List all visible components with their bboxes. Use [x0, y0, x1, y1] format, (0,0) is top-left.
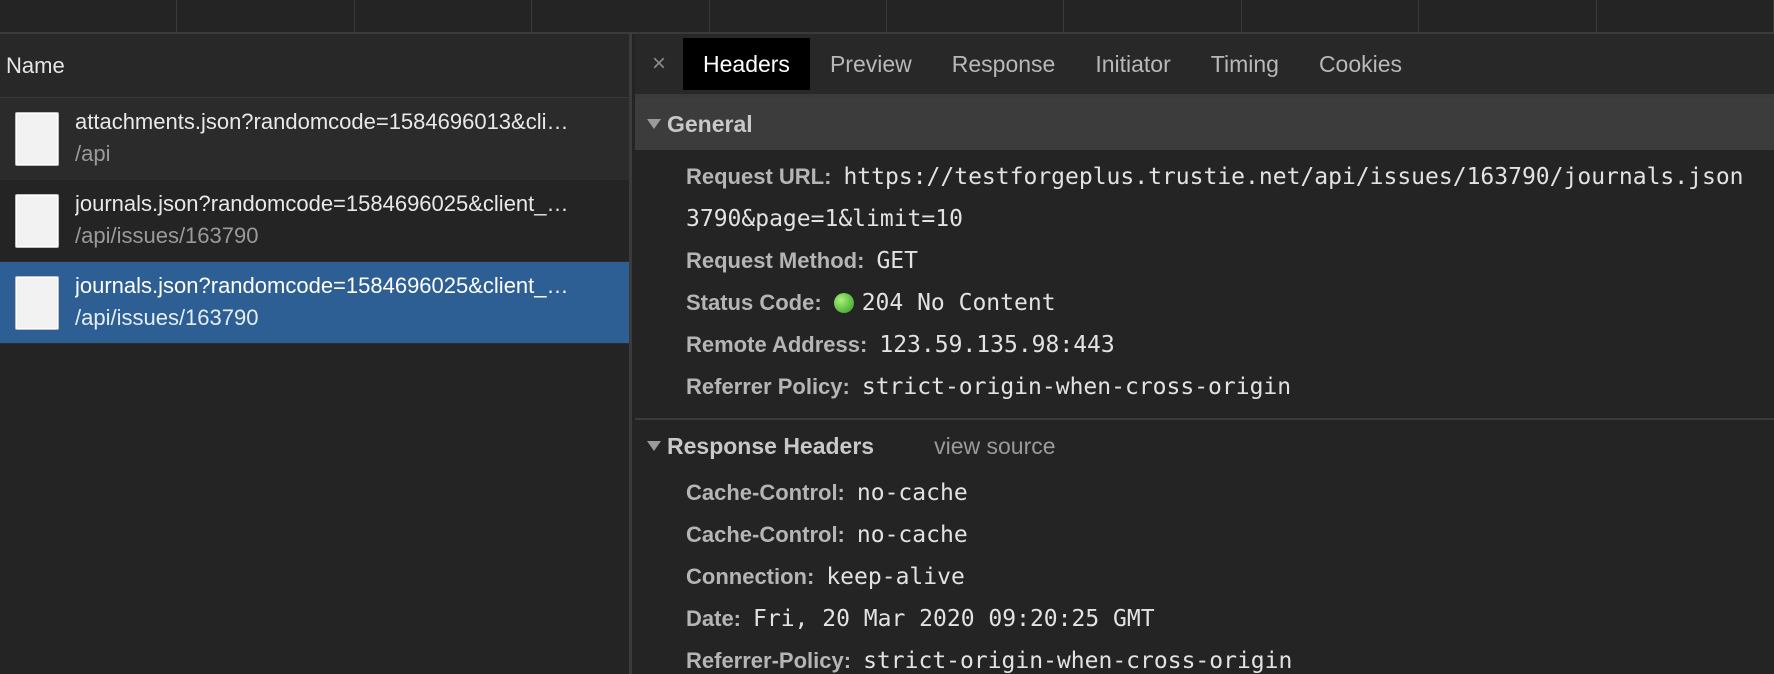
devtools-network-panel: Name attachments.json?randomcode=1584696…	[0, 0, 1774, 674]
response-headers-section-header[interactable]: Response Headers view source	[635, 420, 1774, 472]
triangle-down-icon	[647, 441, 661, 451]
request-list: attachments.json?randomcode=1584696013&c…	[0, 98, 629, 344]
header-row: Cache-Control: no-cache	[635, 514, 1774, 556]
header-key: Referrer-Policy:	[686, 648, 852, 673]
request-path: /api/issues/163790	[75, 304, 259, 330]
header-key: Cache-Control:	[686, 522, 845, 547]
header-row: Cache-Control: no-cache	[635, 472, 1774, 514]
general-section-body: Request URL: https://testforgeplus.trust…	[635, 150, 1774, 408]
request-url-continuation: 3790&page=1&limit=10	[635, 198, 1774, 240]
header-key: Date:	[686, 606, 742, 631]
request-method-row: Request Method: GET	[635, 240, 1774, 282]
referrer-policy-value: strict-origin-when-cross-origin	[861, 374, 1292, 400]
tab-response[interactable]: Response	[932, 38, 1076, 90]
tab-initiator[interactable]: Initiator	[1075, 38, 1190, 90]
timeline-cell	[1597, 0, 1774, 32]
tab-headers[interactable]: Headers	[683, 38, 810, 90]
timeline-cell	[887, 0, 1065, 32]
header-row: Date: Fri, 20 Mar 2020 09:20:25 GMT	[635, 598, 1774, 640]
timeline-cell	[1419, 0, 1597, 32]
tab-cookies[interactable]: Cookies	[1299, 38, 1422, 90]
request-url-value: https://testforgeplus.trustie.net/api/is…	[843, 164, 1744, 190]
timeline-cell	[710, 0, 888, 32]
request-url-value-cont: 3790&page=1&limit=10	[686, 206, 963, 232]
timeline-cell	[1064, 0, 1242, 32]
referrer-policy-label: Referrer Policy:	[686, 374, 850, 399]
remote-address-row: Remote Address: 123.59.135.98:443	[635, 324, 1774, 366]
status-code-row: Status Code: 204 No Content	[635, 282, 1774, 324]
request-method-value: GET	[876, 248, 918, 274]
timeline-cell	[1242, 0, 1420, 32]
view-source-link[interactable]: view source	[934, 433, 1055, 460]
header-value: no-cache	[856, 522, 968, 548]
detail-tabs: × Headers Preview Response Initiator Tim…	[635, 34, 1774, 98]
timeline-overview[interactable]	[0, 0, 1774, 34]
timeline-cell	[355, 0, 533, 32]
remote-address-value: 123.59.135.98:443	[879, 332, 1115, 358]
status-code-label: Status Code:	[686, 290, 822, 315]
header-value: Fri, 20 Mar 2020 09:20:25 GMT	[753, 606, 1155, 632]
request-name: journals.json?randomcode=1584696025&clie…	[75, 190, 569, 216]
remote-address-label: Remote Address:	[686, 332, 868, 357]
request-name: attachments.json?randomcode=1584696013&c…	[75, 108, 569, 134]
response-headers-title: Response Headers	[667, 432, 875, 459]
request-method-label: Request Method:	[686, 248, 865, 273]
close-icon[interactable]: ×	[635, 50, 683, 78]
status-ok-icon	[833, 293, 854, 313]
header-key: Connection:	[686, 564, 815, 589]
timeline-cell	[177, 0, 355, 32]
header-value: keep-alive	[826, 564, 965, 590]
header-row: Connection: keep-alive	[635, 556, 1774, 598]
request-row[interactable]: attachments.json?randomcode=1584696013&c…	[0, 98, 629, 180]
header-value: strict-origin-when-cross-origin	[863, 648, 1293, 674]
header-row: Referrer-Policy: strict-origin-when-cros…	[635, 640, 1774, 674]
general-title: General	[667, 110, 753, 137]
name-column-header[interactable]: Name	[0, 34, 629, 98]
request-name: journals.json?randomcode=1584696025&clie…	[75, 272, 569, 298]
timeline-cell	[0, 0, 178, 32]
request-row[interactable]: journals.json?randomcode=1584696025&clie…	[0, 180, 629, 262]
header-key: Cache-Control:	[686, 480, 845, 505]
document-icon	[15, 111, 59, 166]
request-list-panel: Name attachments.json?randomcode=1584696…	[0, 34, 632, 674]
status-code-value: 204 No Content	[861, 290, 1056, 316]
header-value: no-cache	[856, 480, 968, 506]
request-path: /api	[75, 140, 111, 166]
response-headers-body: Cache-Control: no-cache Cache-Control: n…	[635, 472, 1774, 674]
request-url-label: Request URL:	[686, 164, 832, 189]
tab-preview[interactable]: Preview	[810, 38, 932, 90]
general-section-header[interactable]: General	[635, 98, 1774, 150]
request-path: /api/issues/163790	[75, 222, 259, 248]
request-row-selected[interactable]: journals.json?randomcode=1584696025&clie…	[0, 262, 629, 344]
tab-timing[interactable]: Timing	[1191, 38, 1299, 90]
referrer-policy-row: Referrer Policy: strict-origin-when-cros…	[635, 366, 1774, 408]
request-detail-panel: × Headers Preview Response Initiator Tim…	[635, 34, 1774, 674]
triangle-down-icon	[647, 119, 661, 129]
timeline-cell	[532, 0, 710, 32]
document-icon	[15, 193, 59, 248]
request-url-row: Request URL: https://testforgeplus.trust…	[635, 156, 1774, 198]
document-icon	[15, 275, 59, 330]
